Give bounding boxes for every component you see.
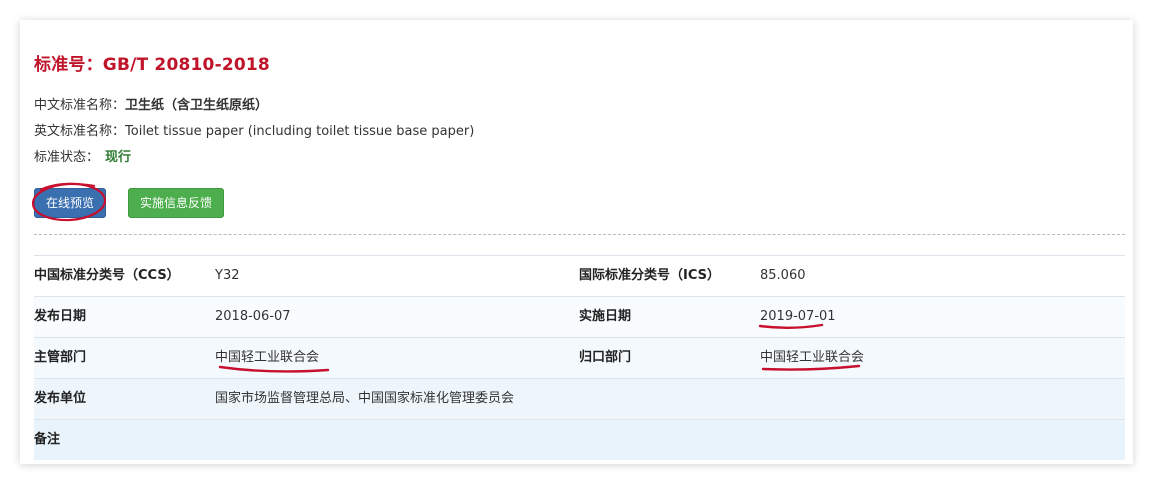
cn-name-label: 中文标准名称： bbox=[34, 98, 126, 113]
publish-date-value: 2018-06-07 bbox=[215, 309, 291, 324]
implement-date-value: 2019-07-01 bbox=[760, 309, 836, 324]
table-row: 中国标准分类号（CCS） Y32 国际标准分类号（ICS） 85.060 bbox=[34, 255, 1125, 296]
ics-value: 85.060 bbox=[760, 268, 806, 283]
table-row: 发布日期 2018-06-07 实施日期 2019-07-01 bbox=[34, 296, 1125, 337]
publish-date-label: 发布日期 bbox=[34, 309, 87, 324]
competent-dept-value: 中国轻工业联合会 bbox=[215, 350, 320, 365]
standard-info-table: 中国标准分类号（CCS） Y32 国际标准分类号（ICS） 85.060 发布日… bbox=[34, 255, 1125, 460]
online-preview-button[interactable]: 在线预览 bbox=[34, 188, 106, 218]
cn-name-value: 卫生纸（含卫生纸原纸） bbox=[125, 98, 269, 113]
publisher-label: 发布单位 bbox=[34, 391, 87, 406]
table-row: 主管部门 中国轻工业联合会 归口部门 中国轻工业联合会 bbox=[34, 337, 1125, 378]
ccs-value: Y32 bbox=[215, 268, 240, 283]
ccs-label: 中国标准分类号（CCS） bbox=[34, 268, 180, 283]
remarks-label: 备注 bbox=[34, 432, 61, 447]
competent-dept-label: 主管部门 bbox=[34, 350, 87, 365]
standard-number-title: 标准号：GB/T 20810-2018 bbox=[34, 55, 270, 75]
status-line: 标准状态： 现行 bbox=[34, 146, 131, 165]
status-label: 标准状态： bbox=[34, 150, 100, 165]
dashed-divider bbox=[34, 234, 1125, 235]
implementation-feedback-button[interactable]: 实施信息反馈 bbox=[128, 188, 224, 218]
status-value: 现行 bbox=[105, 150, 132, 165]
table-row: 发布单位 国家市场监督管理总局、中国国家标准化管理委员会 bbox=[34, 378, 1125, 419]
table-row: 备注 bbox=[34, 419, 1125, 460]
centralized-dept-value: 中国轻工业联合会 bbox=[760, 350, 865, 365]
ics-label: 国际标准分类号（ICS） bbox=[579, 268, 720, 283]
standard-detail-card: 标准号：GB/T 20810-2018 中文标准名称：卫生纸（含卫生纸原纸） 英… bbox=[20, 20, 1133, 464]
en-name-line: 英文标准名称：Toilet tissue paper (including to… bbox=[34, 120, 474, 139]
implement-date-label: 实施日期 bbox=[579, 309, 632, 324]
en-name-value: Toilet tissue paper (including toilet ti… bbox=[125, 124, 475, 139]
publisher-value: 国家市场监督管理总局、中国国家标准化管理委员会 bbox=[215, 391, 515, 406]
en-name-label: 英文标准名称： bbox=[34, 124, 126, 139]
cn-name-line: 中文标准名称：卫生纸（含卫生纸原纸） bbox=[34, 94, 268, 113]
centralized-dept-label: 归口部门 bbox=[579, 350, 632, 365]
